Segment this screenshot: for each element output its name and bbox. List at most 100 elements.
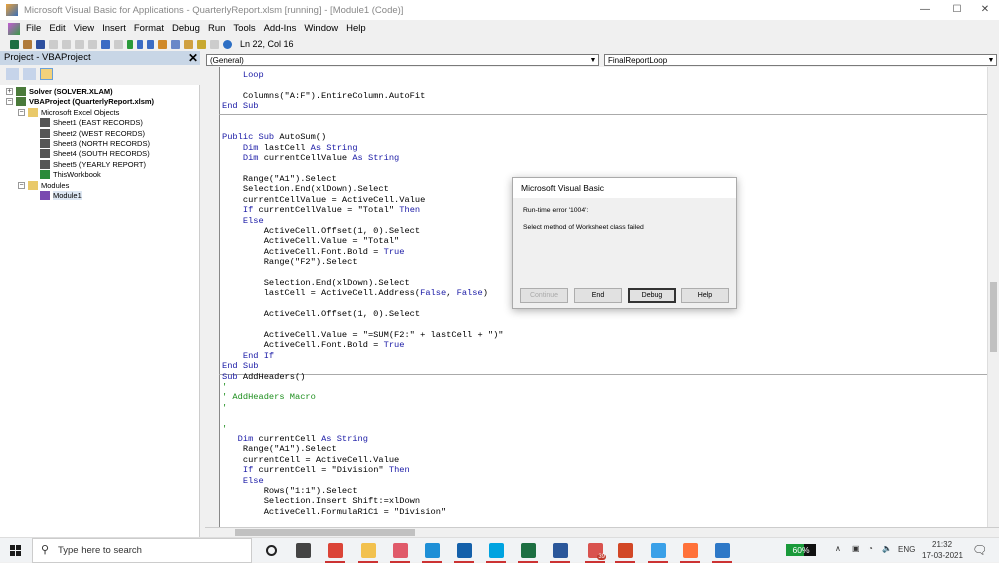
collapse-icon[interactable]: − bbox=[18, 108, 25, 116]
collapse-icon[interactable]: − bbox=[18, 181, 25, 189]
clock-date[interactable]: 17-03-2021 bbox=[922, 551, 963, 560]
snipping-tool-icon[interactable] bbox=[393, 543, 408, 558]
outlook-badge-icon[interactable]: 39 bbox=[588, 543, 606, 560]
code-line[interactable]: ActiveCell.Font.Bold = True bbox=[222, 247, 405, 257]
menu-edit[interactable]: Edit bbox=[45, 23, 69, 34]
code-line[interactable]: Dim currentCell As String bbox=[222, 434, 368, 444]
code-line[interactable]: Public Sub AutoSum() bbox=[222, 132, 326, 142]
tree-node[interactable]: Module1 bbox=[30, 191, 82, 200]
menu-add-ins[interactable]: Add-Ins bbox=[260, 23, 301, 34]
code-line[interactable]: ActiveCell.Font.Bold = True bbox=[222, 340, 405, 350]
close-button[interactable]: ✕ bbox=[970, 0, 999, 20]
menu-format[interactable]: Format bbox=[130, 23, 168, 34]
tree-node[interactable]: Sheet2 (WEST RECORDS) bbox=[30, 128, 145, 138]
taskbar-search-input[interactable]: ⚲ Type here to search bbox=[32, 538, 252, 563]
word-icon[interactable] bbox=[553, 543, 568, 558]
code-line[interactable]: Else bbox=[222, 216, 264, 226]
code-line[interactable]: ActiveCell.Value = "=SUM(F2:" + lastCell… bbox=[222, 330, 504, 340]
wifi-icon[interactable]: ◔ bbox=[868, 544, 873, 553]
task-view-icon[interactable] bbox=[296, 543, 311, 558]
code-line[interactable]: ActiveCell.Value = "Total" bbox=[222, 236, 400, 246]
code-line[interactable]: Selection.Insert Shift:=xlDown bbox=[222, 496, 420, 506]
toggle-folders-icon[interactable] bbox=[40, 68, 53, 80]
code-line[interactable]: Dim currentCellValue As String bbox=[222, 153, 399, 163]
code-line[interactable]: currentCell = ActiveCell.Value bbox=[222, 455, 399, 465]
code-line[interactable]: If currentCellValue = "Total" Then bbox=[222, 205, 420, 215]
network-status-icon[interactable]: ▣ bbox=[852, 544, 860, 553]
horizontal-scrollbar[interactable] bbox=[205, 527, 999, 537]
code-line[interactable]: currentCellValue = ActiveCell.Value bbox=[222, 195, 425, 205]
end-button[interactable]: End bbox=[574, 288, 622, 303]
code-line[interactable]: Loop bbox=[222, 70, 264, 80]
undo-icon[interactable] bbox=[101, 39, 110, 49]
menu-insert[interactable]: Insert bbox=[98, 23, 130, 34]
windows-start-icon[interactable] bbox=[10, 545, 21, 556]
tree-node[interactable]: Sheet5 (YEARLY REPORT) bbox=[30, 159, 146, 169]
break-icon[interactable] bbox=[137, 39, 143, 49]
scroll-thumb[interactable] bbox=[990, 282, 997, 352]
lync-icon[interactable] bbox=[489, 543, 504, 558]
paste-icon[interactable] bbox=[75, 39, 84, 49]
menu-view[interactable]: View bbox=[70, 23, 98, 34]
code-line[interactable]: Sub AddHeaders() bbox=[222, 372, 305, 382]
menu-file[interactable]: File bbox=[22, 23, 45, 34]
tree-node[interactable]: + Solver (SOLVER.XLAM) bbox=[6, 87, 113, 96]
code-line[interactable]: Selection.End(xlDown).Select bbox=[222, 278, 410, 288]
properties-icon[interactable] bbox=[184, 39, 193, 49]
battery-indicator[interactable]: 60% bbox=[786, 544, 816, 556]
code-line[interactable]: Else bbox=[222, 476, 264, 486]
phone-icon[interactable] bbox=[651, 543, 666, 558]
view-object-icon[interactable] bbox=[23, 68, 36, 80]
hscroll-thumb[interactable] bbox=[235, 529, 415, 536]
code-line[interactable]: ActiveCell.Offset(1, 0).Select bbox=[222, 309, 420, 319]
save-icon[interactable] bbox=[36, 39, 45, 49]
chevron-up-icon[interactable]: ∧ bbox=[835, 544, 841, 553]
volume-icon[interactable]: 🔈 bbox=[882, 544, 892, 553]
tree-node[interactable]: − Modules bbox=[18, 180, 69, 190]
powerpoint-icon[interactable] bbox=[618, 543, 633, 558]
vertical-scrollbar[interactable] bbox=[987, 67, 999, 527]
language-indicator[interactable]: ENG bbox=[898, 545, 915, 554]
find-icon[interactable] bbox=[88, 39, 97, 49]
excel-icon[interactable] bbox=[521, 543, 536, 558]
tree-node[interactable]: ThisWorkbook bbox=[30, 170, 101, 180]
code-line[interactable]: If currentCell = "Division" Then bbox=[222, 465, 410, 475]
firefox-icon[interactable] bbox=[683, 543, 698, 558]
code-line[interactable]: Selection.End(xlDown).Select bbox=[222, 184, 389, 194]
view-excel-icon[interactable] bbox=[10, 39, 19, 49]
maximize-button[interactable]: ☐ bbox=[942, 0, 972, 20]
code-line[interactable]: Range("A1").Select bbox=[222, 444, 337, 454]
code-line[interactable]: Dim lastCell As String bbox=[222, 143, 358, 153]
menu-tools[interactable]: Tools bbox=[229, 23, 259, 34]
code-line[interactable]: ' AddHeaders Macro bbox=[222, 392, 316, 402]
code-line[interactable]: Columns("A:F").EntireColumn.AutoFit bbox=[222, 91, 425, 101]
tree-node[interactable]: − Microsoft Excel Objects bbox=[18, 107, 119, 117]
menu-help[interactable]: Help bbox=[342, 23, 370, 34]
chrome-icon[interactable] bbox=[328, 543, 343, 558]
tree-node[interactable]: Sheet3 (NORTH RECORDS) bbox=[30, 139, 150, 148]
help-icon[interactable] bbox=[223, 39, 232, 49]
run-icon[interactable] bbox=[127, 39, 133, 49]
view-code-icon[interactable] bbox=[6, 68, 19, 80]
expand-icon[interactable]: + bbox=[6, 88, 13, 95]
code-line[interactable]: ActiveCell.Offset(1, 0).Select bbox=[222, 226, 420, 236]
menu-run[interactable]: Run bbox=[204, 23, 229, 34]
notifications-icon[interactable]: 🗨 bbox=[972, 543, 987, 557]
cortana-icon[interactable] bbox=[266, 545, 277, 556]
cut-icon[interactable] bbox=[49, 39, 58, 49]
menu-debug[interactable]: Debug bbox=[168, 23, 204, 34]
file-explorer-icon[interactable] bbox=[361, 543, 376, 558]
copy-icon[interactable] bbox=[62, 39, 71, 49]
code-line[interactable]: End If bbox=[222, 351, 274, 361]
code-line[interactable]: ' bbox=[222, 424, 227, 434]
debug-button[interactable]: Debug bbox=[628, 288, 676, 303]
object-browser-icon[interactable] bbox=[197, 39, 206, 49]
code-line[interactable]: lastCell = ActiveCell.Address(False, Fal… bbox=[222, 288, 488, 298]
project-pane-close-button[interactable]: ✕ bbox=[186, 51, 200, 65]
reset-icon[interactable] bbox=[147, 39, 154, 49]
photos-icon[interactable] bbox=[715, 543, 730, 558]
tree-node[interactable]: − VBAProject (QuarterlyReport.xlsm) bbox=[6, 97, 154, 107]
insert-userform-icon[interactable] bbox=[23, 39, 32, 49]
toolbox-icon[interactable] bbox=[210, 39, 219, 49]
clock-time[interactable]: 21:32 bbox=[932, 540, 952, 549]
